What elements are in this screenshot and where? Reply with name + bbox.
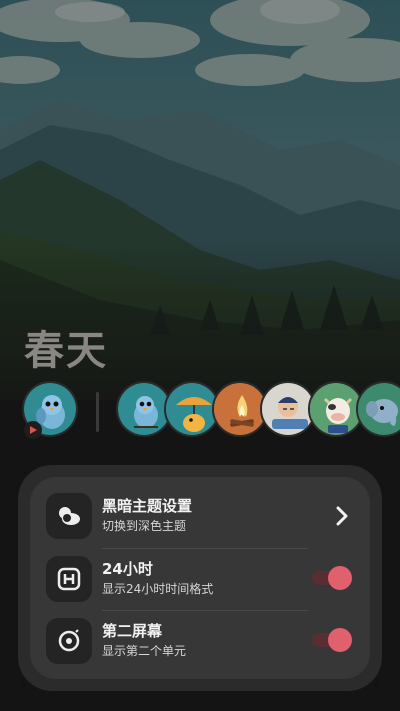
chevron-right-icon[interactable] [330, 503, 354, 529]
avatar-divider [96, 392, 99, 432]
setting-second-screen[interactable]: 第二屏幕 显示第二个单元 [46, 618, 366, 668]
setting-24-hour[interactable]: 24小时 显示24小时时间格式 [46, 556, 366, 606]
setting-subtitle: 显示24小时时间格式 [102, 582, 214, 596]
setting-title: 第二屏幕 [102, 622, 163, 640]
corner-dot [22, 683, 26, 687]
avatar-option[interactable] [356, 381, 400, 437]
play-icon [30, 426, 37, 434]
toggle-24-hour[interactable] [312, 566, 352, 590]
h-box-icon [46, 556, 92, 602]
corner-dot [374, 470, 378, 474]
row-divider [102, 610, 308, 611]
corner-dot [22, 470, 26, 474]
corner-dot [374, 683, 378, 687]
toggle-knob [328, 566, 352, 590]
setting-title: 24小时 [102, 560, 153, 578]
setting-subtitle: 显示第二个单元 [102, 644, 187, 658]
season-title: 春天 [24, 328, 108, 374]
weather-cloud-icon [46, 493, 92, 539]
toggle-knob [328, 628, 352, 652]
setting-subtitle: 切换到深色主题 [102, 519, 187, 533]
avatar-strip[interactable] [0, 380, 400, 442]
setting-dark-theme[interactable]: 黑暗主题设置 切换到深色主题 [46, 493, 366, 543]
disc-icon [46, 618, 92, 664]
toggle-second-screen[interactable] [312, 628, 352, 652]
row-divider [102, 548, 308, 549]
setting-title: 黑暗主题设置 [102, 497, 193, 515]
play-badge [24, 421, 42, 439]
elephant-icon [358, 383, 400, 435]
